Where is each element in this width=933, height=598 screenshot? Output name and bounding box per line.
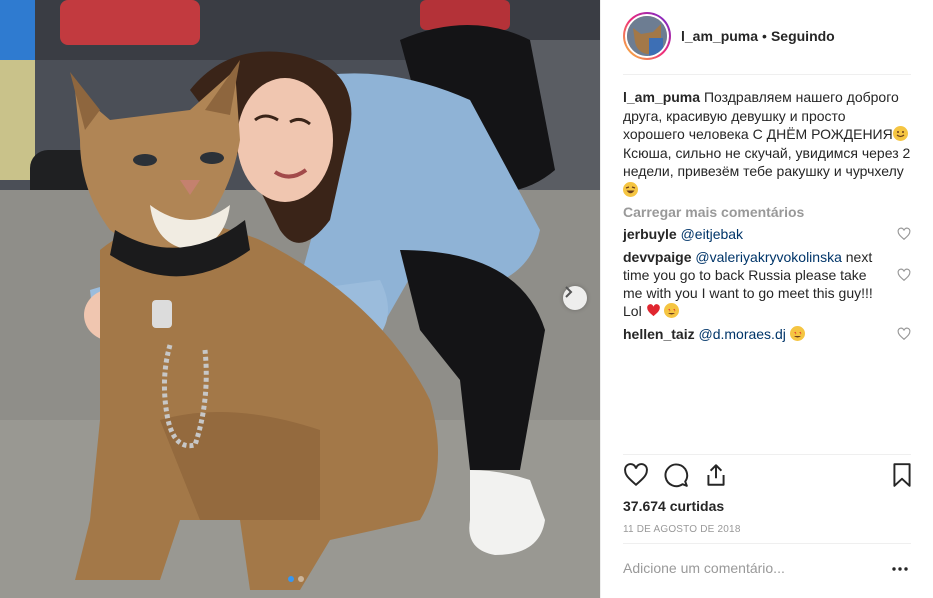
star-struck-emoji-icon [789, 326, 805, 341]
post-caption: l_am_puma Поздравляем нашего доброго дру… [623, 88, 911, 199]
comment-item: devvpaige @valeriyakryvokolinska next ti… [623, 248, 911, 320]
header-separator: • [762, 28, 767, 44]
comment-username[interactable]: jerbuyle [623, 226, 677, 242]
divider [623, 454, 911, 455]
share-icon[interactable] [703, 462, 729, 488]
carousel-dot [298, 576, 304, 582]
star-struck-emoji-icon [664, 303, 680, 318]
bookmark-icon[interactable] [889, 462, 915, 488]
comment-mention[interactable]: @valeriyakryvokolinska [695, 249, 841, 265]
caption-text-2: Ксюша, сильно не скучай, увидимся через … [623, 144, 911, 180]
comment-like-icon[interactable] [897, 268, 911, 282]
post-actions-bar [623, 462, 913, 492]
add-comment-input[interactable] [623, 560, 893, 576]
comment-item: jerbuyle @eitjebak [623, 225, 911, 243]
comment-mention[interactable]: @d.moraes.dj [698, 326, 785, 342]
post-date[interactable]: 11 DE AGOSTO DE 2018 [623, 524, 741, 535]
post-username[interactable]: l_am_puma [681, 28, 758, 44]
photo-illustration [0, 0, 600, 598]
comments-section: l_am_puma Поздравляем нашего доброго дру… [623, 88, 911, 343]
smiling-face-emoji-icon [892, 126, 908, 141]
carousel-dot-active [288, 576, 294, 582]
avatar[interactable] [623, 12, 671, 60]
divider [623, 543, 911, 544]
comment-item: hellen_taiz @d.moraes.dj [623, 325, 911, 343]
carousel-indicator [288, 576, 304, 582]
chevron-right-icon [565, 286, 573, 298]
comment-bubble-icon[interactable] [663, 462, 689, 488]
more-options-ellipsis-icon[interactable] [890, 562, 910, 576]
comment-like-icon[interactable] [897, 327, 911, 341]
post-photo[interactable] [0, 0, 600, 598]
comment-username[interactable]: devvpaige [623, 249, 691, 265]
like-heart-icon[interactable] [623, 462, 649, 488]
comment-like-icon[interactable] [897, 227, 911, 241]
post-details-panel: l_am_puma • Seguindo l_am_puma Поздравляем… [600, 0, 933, 598]
caption-username[interactable]: l_am_puma [623, 89, 700, 105]
next-photo-button[interactable] [563, 286, 587, 310]
laughing-face-emoji-icon [623, 181, 638, 197]
comment-username[interactable]: hellen_taiz [623, 326, 695, 342]
post-header: l_am_puma • Seguindo [623, 12, 911, 60]
following-button[interactable]: Seguindo [771, 28, 835, 44]
avatar-image [627, 16, 667, 56]
load-more-comments-link[interactable]: Carregar mais comentários [623, 204, 911, 220]
comment-mention[interactable]: @eitjebak [681, 226, 743, 242]
red-heart-emoji-icon [646, 303, 661, 318]
divider [623, 74, 911, 75]
likes-count[interactable]: 37.674 curtidas [623, 498, 724, 514]
